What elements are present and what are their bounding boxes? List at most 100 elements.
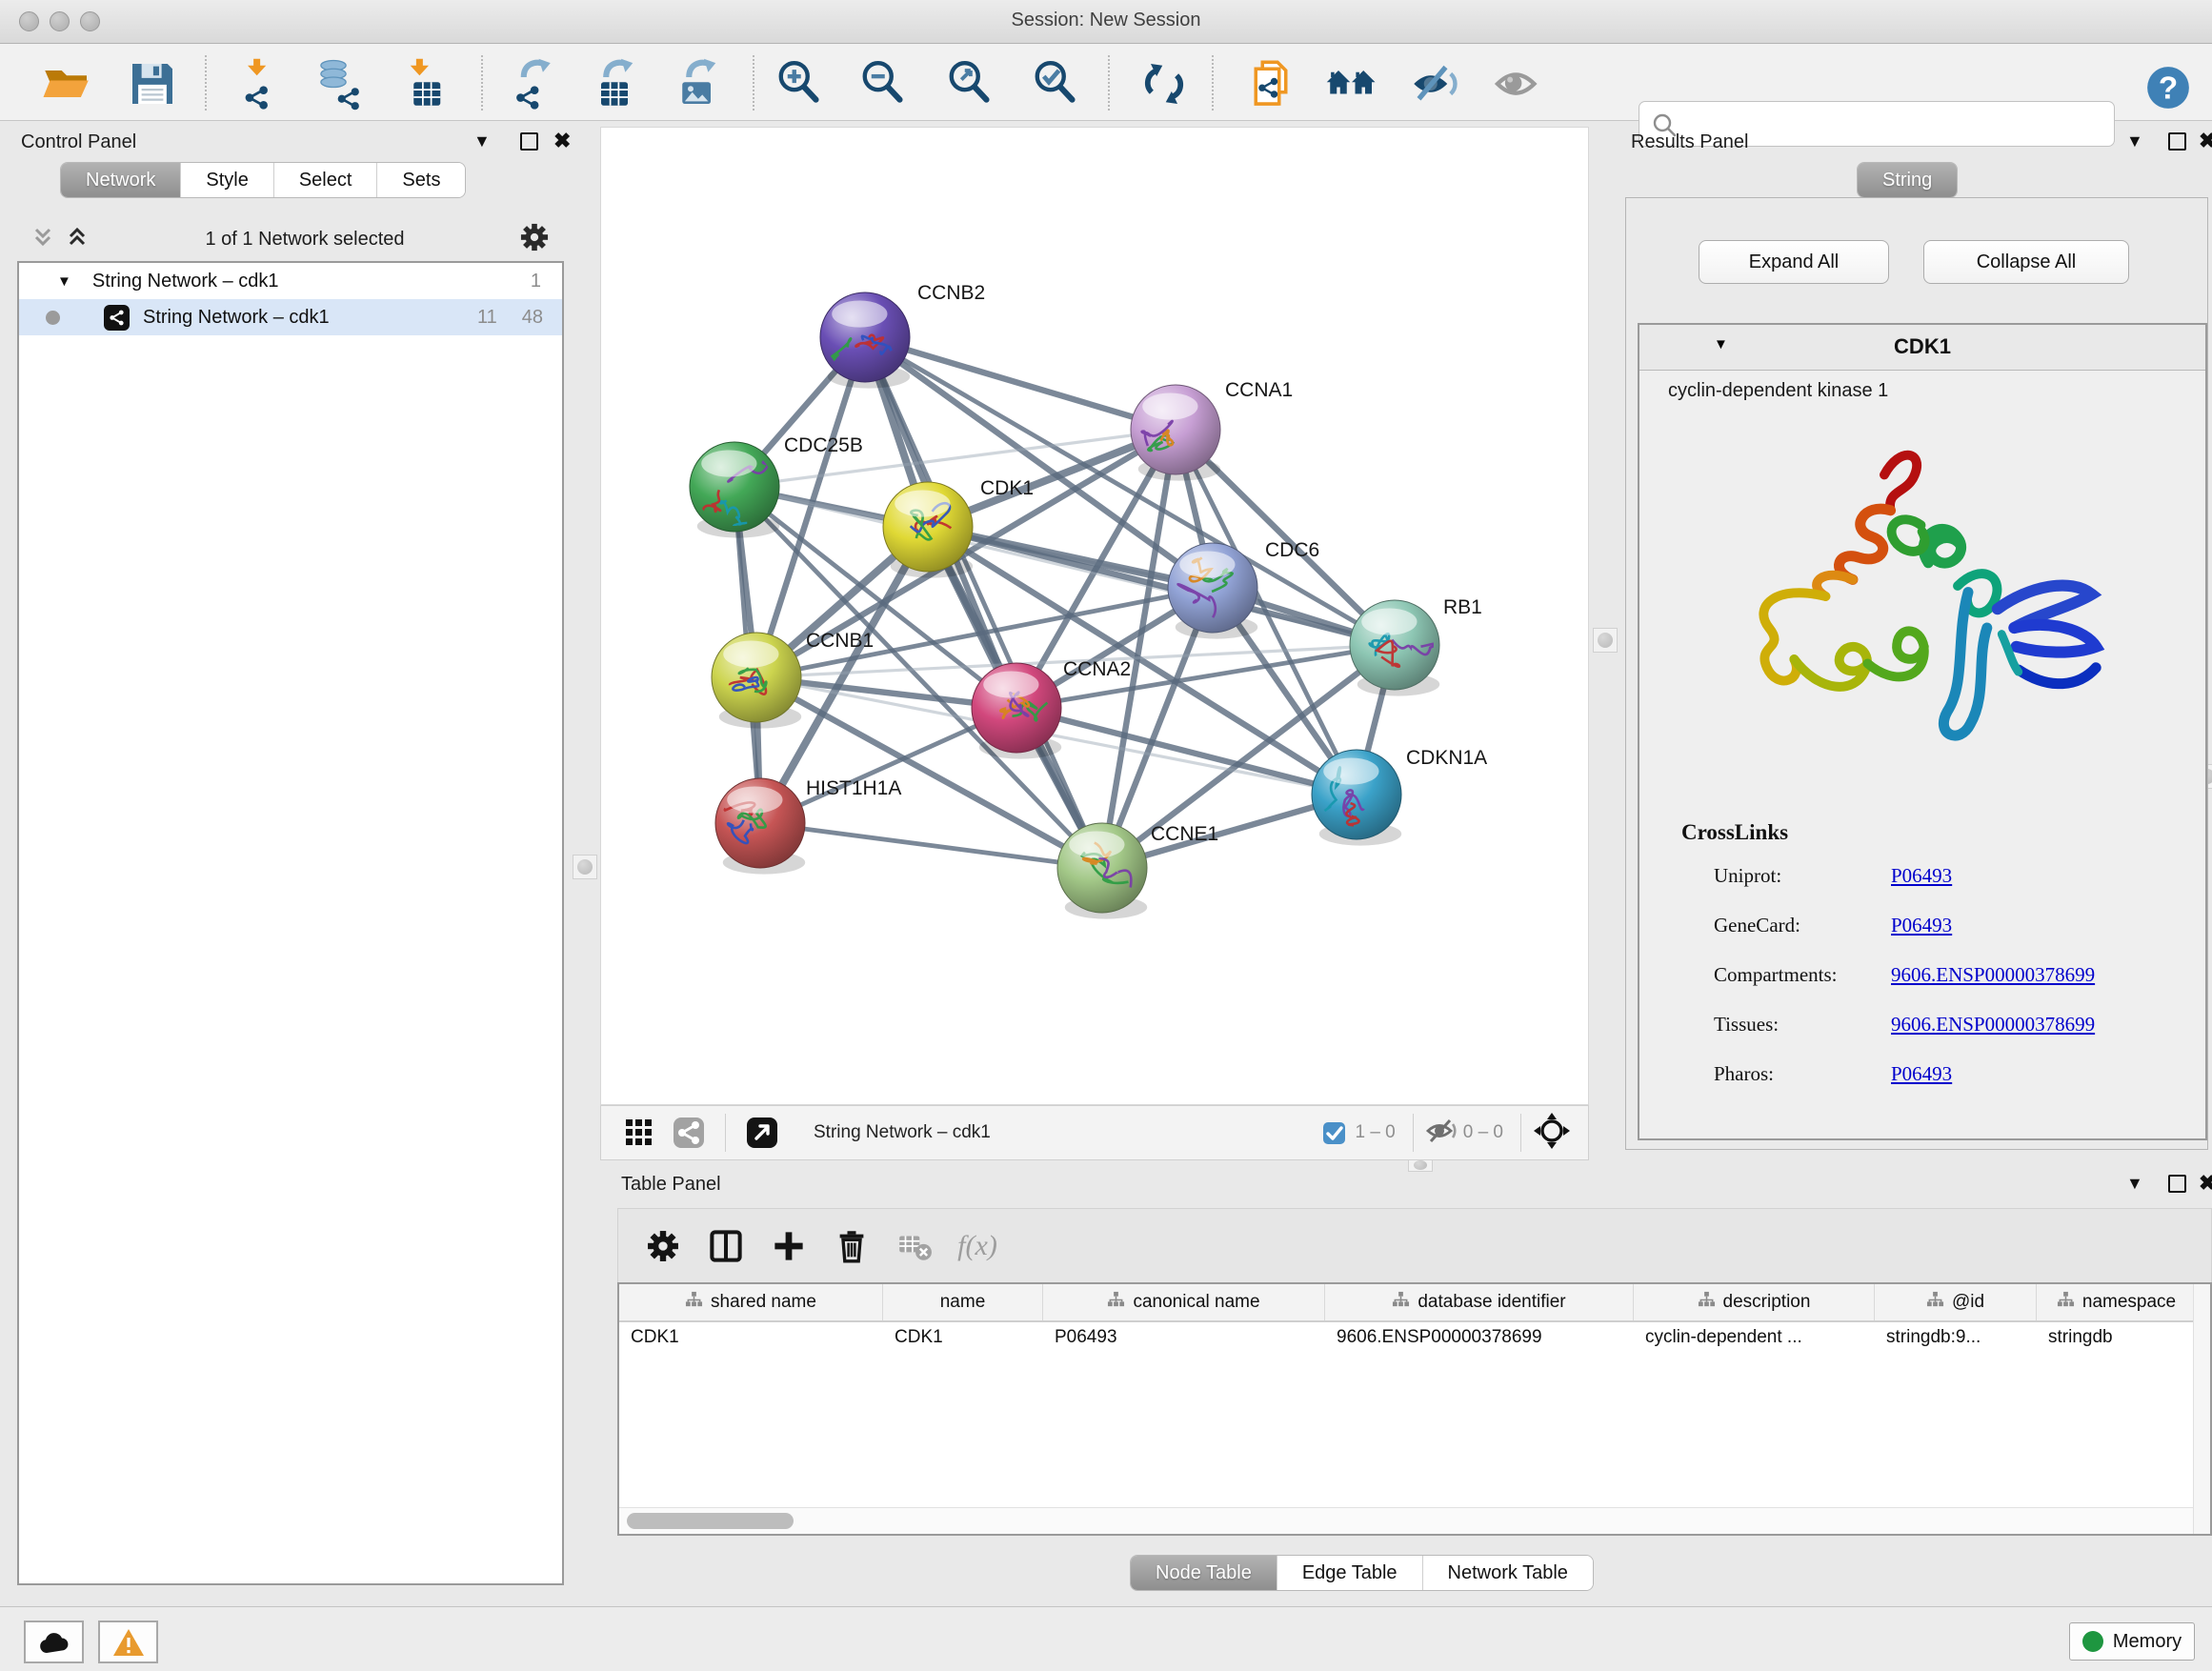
network-node-CDC25B[interactable]: CDC25B [690, 434, 863, 538]
right-splitter-handle[interactable] [1593, 628, 1618, 653]
network-node-RB1[interactable]: RB1 [1350, 596, 1482, 696]
network-edge[interactable] [760, 823, 1102, 868]
show-hide-panel-button[interactable] [1487, 57, 1548, 111]
column-header-name[interactable]: name [883, 1284, 1043, 1320]
crosslink-link[interactable]: 9606.ENSP00000378699 [1891, 1013, 2095, 1037]
network-node-CCNA2[interactable]: CCNA2 [972, 658, 1131, 759]
enrichment-button[interactable] [1405, 57, 1466, 111]
network-node-HIST1H1A[interactable]: HIST1H1A [715, 777, 901, 875]
zoom-out-button[interactable] [853, 57, 914, 111]
panel-close-icon[interactable]: ✖ [2199, 1173, 2212, 1194]
tab-network-table[interactable]: Network Table [1423, 1556, 1593, 1590]
birds-eye-grid-icon[interactable] [614, 1106, 664, 1159]
network-row[interactable]: String Network – cdk1 11 48 [19, 299, 562, 335]
warnings-button[interactable] [98, 1621, 158, 1663]
expand-all-button[interactable]: Expand All [1699, 240, 1889, 284]
network-node-CCNA1[interactable]: CCNA1 [1131, 379, 1293, 481]
network-edge[interactable] [865, 337, 1176, 430]
crosslink-link[interactable]: P06493 [1891, 914, 1952, 937]
tab-edge-table[interactable]: Edge Table [1277, 1556, 1423, 1590]
panel-menu-icon[interactable]: ▼ [2126, 1173, 2143, 1194]
tab-string[interactable]: String [1858, 163, 1957, 197]
scrollbar-thumb[interactable] [627, 1513, 794, 1529]
crosslink-link[interactable]: P06493 [1891, 864, 1952, 888]
network-edge[interactable] [928, 527, 1395, 645]
delete-column-icon[interactable] [820, 1219, 883, 1273]
split-panel-icon[interactable] [694, 1219, 757, 1273]
table-horizontal-scrollbar[interactable] [619, 1507, 2193, 1534]
node-label: CDC25B [784, 434, 863, 456]
left-splitter-handle[interactable] [573, 855, 597, 879]
expand-all-icon[interactable] [65, 225, 90, 254]
panel-menu-icon[interactable]: ▼ [2126, 131, 2143, 151]
network-share-icon[interactable] [664, 1106, 714, 1159]
help-button[interactable]: ? [2142, 61, 2195, 114]
column-header-databaseidentifier[interactable]: database identifier [1325, 1284, 1634, 1320]
table-vertical-scrollbar[interactable] [2193, 1284, 2210, 1534]
entry-header[interactable]: ▼ CDK1 [1639, 325, 2205, 371]
open-session-icon [40, 57, 93, 111]
collapse-all-icon[interactable] [30, 225, 55, 254]
column-header-description[interactable]: description [1634, 1284, 1875, 1320]
open-session-button[interactable] [36, 57, 97, 111]
column-header-namespace[interactable]: namespace [2037, 1284, 2197, 1320]
panel-float-icon[interactable] [520, 132, 538, 151]
network-node-CCNB2[interactable]: CCNB2 [820, 282, 985, 389]
tab-style[interactable]: Style [181, 163, 273, 197]
function-builder-icon[interactable]: f(x) [946, 1219, 1009, 1273]
network-view[interactable]: CCNB2CCNA1CDC25BCDK1CDC6RB1CCNB1CCNA2CDK… [600, 127, 1589, 1105]
import-network-button[interactable] [231, 57, 292, 111]
zoom-selected-button[interactable] [1025, 57, 1086, 111]
column-header-canonicalname[interactable]: canonical name [1043, 1284, 1325, 1320]
tab-node-table[interactable]: Node Table [1131, 1556, 1277, 1590]
zoom-selected-icon [1029, 57, 1082, 111]
table-row[interactable]: CDK1CDK1P064939606.ENSP00000378699cyclin… [619, 1322, 2210, 1357]
results-panel-title: Results Panel [1631, 131, 1748, 153]
crosslink-row: Pharos:P06493 [1714, 1062, 2190, 1093]
tab-sets[interactable]: Sets [377, 163, 465, 197]
add-column-icon[interactable] [757, 1219, 820, 1273]
hidden-counts: 0 – 0 [1463, 1122, 1503, 1143]
toolbar-separator [1212, 55, 1214, 111]
export-table-button[interactable] [584, 57, 645, 111]
crosshair-icon[interactable] [1533, 1112, 1571, 1155]
clone-network-button[interactable] [1240, 57, 1301, 111]
string-home-button[interactable] [1321, 57, 1382, 111]
column-tree-icon [1698, 1291, 1716, 1315]
tree-expander-icon[interactable]: ▼ [57, 273, 71, 290]
column-header-id[interactable]: @id [1875, 1284, 2037, 1320]
zoom-fit-button[interactable] [939, 57, 1000, 111]
panel-close-icon[interactable]: ✖ [2199, 131, 2212, 151]
cloud-button[interactable] [24, 1621, 84, 1663]
export-table-icon [588, 57, 641, 111]
column-header-sharedname[interactable]: shared name [619, 1284, 883, 1320]
cdk1-entry: ▼ CDK1 cyclin-dependent kinase 1 [1638, 323, 2207, 1140]
refresh-button[interactable] [1134, 57, 1195, 111]
save-session-button[interactable] [122, 57, 183, 111]
import-table-button[interactable] [392, 57, 452, 111]
tab-network[interactable]: Network [61, 163, 181, 197]
selected-checkbox-icon[interactable] [1317, 1106, 1351, 1159]
network-node-CDKN1A[interactable]: CDKN1A [1312, 747, 1487, 846]
crosslink-link[interactable]: 9606.ENSP00000378699 [1891, 963, 2095, 987]
panel-float-icon[interactable] [2168, 1175, 2186, 1193]
panel-float-icon[interactable] [2168, 132, 2186, 151]
delete-table-icon[interactable] [883, 1219, 946, 1273]
panel-menu-icon[interactable]: ▼ [473, 131, 491, 151]
export-image-button[interactable] [667, 57, 728, 111]
network-options-gear-icon[interactable] [520, 223, 549, 256]
export-network-button[interactable] [505, 57, 566, 111]
memory-button[interactable]: Memory [2069, 1622, 2195, 1661]
import-database-button[interactable] [310, 57, 371, 111]
panel-close-icon[interactable]: ✖ [553, 131, 571, 151]
network-collection-row[interactable]: ▼ String Network – cdk1 1 [19, 263, 562, 299]
hidden-eye-icon[interactable] [1425, 1117, 1458, 1150]
table-cell: 9606.ENSP00000378699 [1325, 1322, 1634, 1357]
tab-select[interactable]: Select [274, 163, 378, 197]
table-settings-gear-icon[interactable] [632, 1219, 694, 1273]
zoom-in-button[interactable] [769, 57, 830, 111]
control-panel-title: Control Panel [21, 131, 136, 153]
external-link-icon[interactable] [737, 1106, 787, 1159]
crosslink-link[interactable]: P06493 [1891, 1062, 1952, 1086]
collapse-all-button[interactable]: Collapse All [1923, 240, 2129, 284]
